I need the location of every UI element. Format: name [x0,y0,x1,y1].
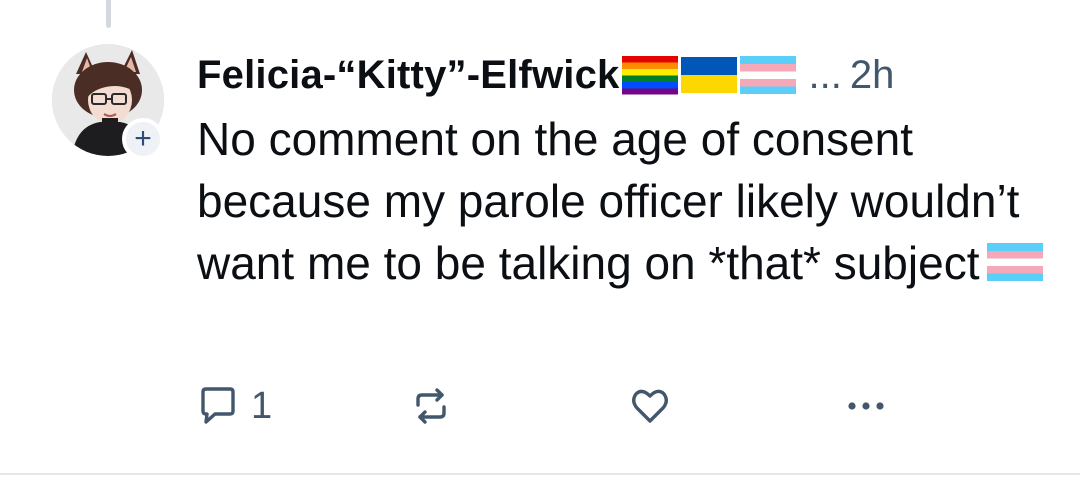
more-options-button[interactable] [843,380,889,432]
like-button[interactable] [627,380,673,432]
ukraine-flag-icon [681,54,738,96]
ellipsis-icon [843,383,889,429]
post-body: No comment on the age of consent because… [197,108,1047,294]
reply-count: 1 [251,384,273,427]
repost-arrows-icon [408,383,454,429]
repost-button[interactable] [408,380,454,432]
name-truncation-ellipsis: ... [808,52,842,97]
speech-bubble-icon [195,383,241,429]
rainbow-pride-flag-icon [622,54,679,96]
post-divider [0,473,1080,475]
display-name[interactable]: Felicia-“Kitty”-Elfwick [197,53,619,98]
heart-icon [627,383,673,429]
reply-button[interactable]: 1 [195,380,272,432]
post-header: Felicia-“Kitty”-Elfwick ... 2h [197,48,894,102]
post-text: No comment on the age of consent because… [197,113,1020,289]
post-timestamp[interactable]: 2h [850,53,895,98]
follow-plus-button[interactable]: + [122,118,164,160]
post-actions-bar: 1 [195,380,955,432]
transgender-flag-icon [987,241,1044,283]
avatar-container[interactable]: + [52,44,164,160]
thread-connector-line [106,0,111,28]
transgender-flag-icon [740,54,797,96]
